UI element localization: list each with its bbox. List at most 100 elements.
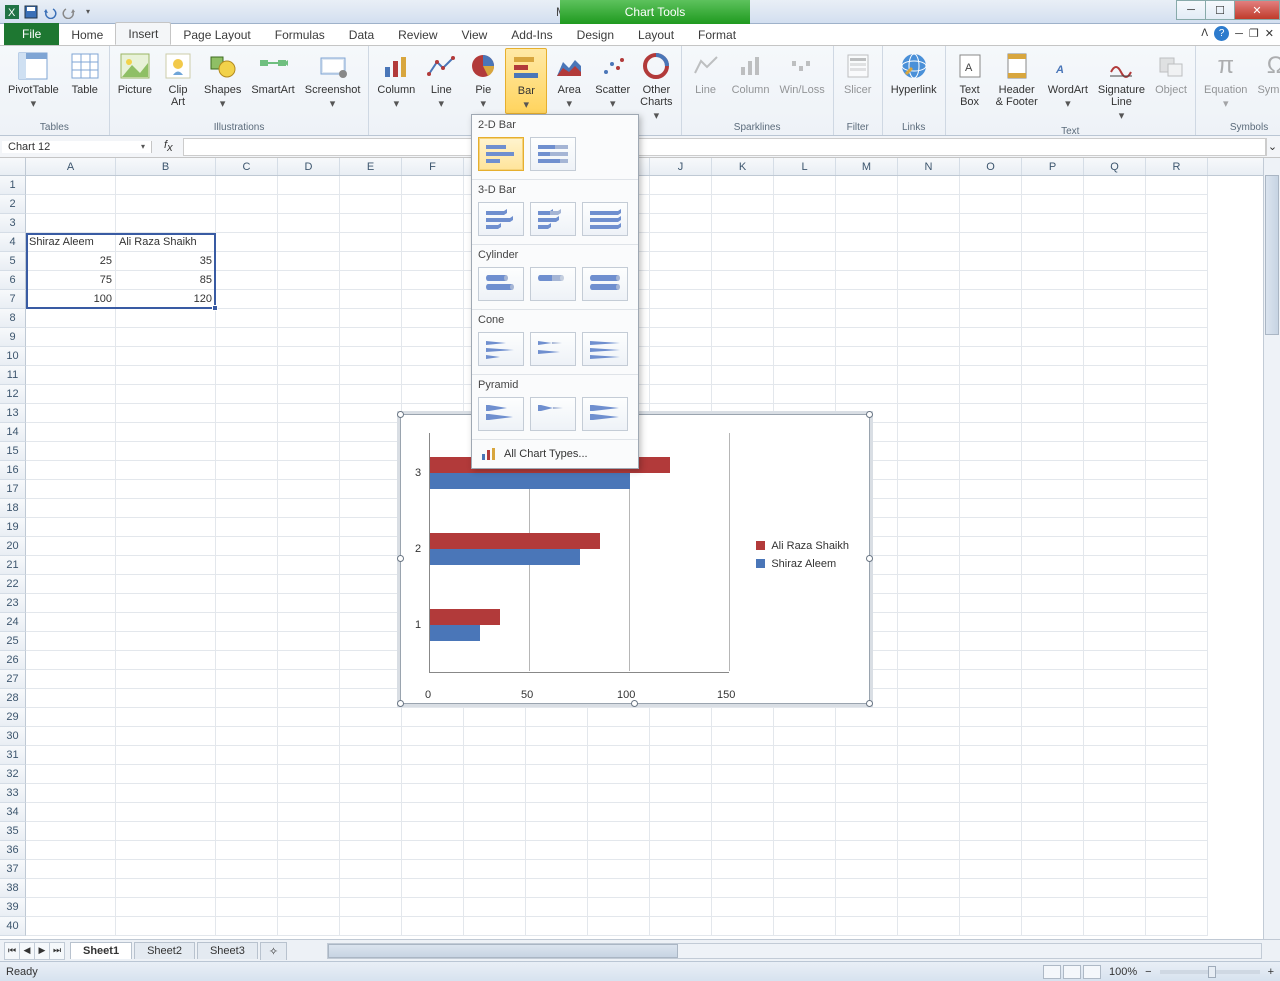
cell[interactable]	[26, 765, 116, 784]
cell[interactable]	[712, 233, 774, 252]
cell[interactable]	[402, 879, 464, 898]
cell[interactable]	[650, 195, 712, 214]
cell[interactable]	[898, 879, 960, 898]
cell[interactable]	[1146, 727, 1208, 746]
row-header[interactable]: 17	[0, 480, 26, 499]
cell[interactable]	[960, 271, 1022, 290]
cell[interactable]	[116, 309, 216, 328]
cell[interactable]	[1022, 347, 1084, 366]
cell[interactable]	[216, 309, 278, 328]
symbol-button[interactable]: ΩSymbol	[1253, 48, 1280, 98]
cell[interactable]	[216, 632, 278, 651]
row-header[interactable]: 21	[0, 556, 26, 575]
cell[interactable]	[340, 613, 402, 632]
cell[interactable]	[402, 765, 464, 784]
cell[interactable]	[216, 670, 278, 689]
cell[interactable]	[712, 803, 774, 822]
row-header[interactable]: 27	[0, 670, 26, 689]
cell[interactable]	[1022, 670, 1084, 689]
cell[interactable]	[650, 233, 712, 252]
cell[interactable]	[960, 860, 1022, 879]
chart-type-3d-clustered-bar[interactable]	[478, 202, 524, 236]
cell[interactable]	[960, 347, 1022, 366]
cell[interactable]	[278, 765, 340, 784]
cell[interactable]	[278, 746, 340, 765]
sheet-nav-next[interactable]: ▶	[34, 942, 50, 960]
cell[interactable]	[216, 765, 278, 784]
cell[interactable]	[712, 784, 774, 803]
cell[interactable]	[278, 841, 340, 860]
row-header[interactable]: 36	[0, 841, 26, 860]
column-header[interactable]: R	[1146, 158, 1208, 175]
cell[interactable]	[116, 765, 216, 784]
cell[interactable]	[836, 309, 898, 328]
cell[interactable]	[340, 499, 402, 518]
cell[interactable]	[1146, 708, 1208, 727]
tab-insert[interactable]: Insert	[115, 22, 171, 45]
cell[interactable]	[116, 841, 216, 860]
cell[interactable]	[26, 689, 116, 708]
column-header[interactable]: L	[774, 158, 836, 175]
cell[interactable]	[402, 309, 464, 328]
cell[interactable]	[26, 195, 116, 214]
cell[interactable]	[340, 290, 402, 309]
cell[interactable]	[278, 404, 340, 423]
cell[interactable]	[650, 822, 712, 841]
row-header[interactable]: 35	[0, 822, 26, 841]
cell[interactable]	[464, 803, 526, 822]
cell[interactable]	[836, 233, 898, 252]
column-header[interactable]: Q	[1084, 158, 1146, 175]
cell[interactable]	[960, 518, 1022, 537]
column-header[interactable]: C	[216, 158, 278, 175]
cell[interactable]	[526, 879, 588, 898]
cell[interactable]	[340, 423, 402, 442]
shapes-button[interactable]: Shapes▾	[200, 48, 245, 112]
cell[interactable]	[340, 556, 402, 575]
cell[interactable]	[960, 537, 1022, 556]
cell[interactable]	[402, 803, 464, 822]
cell[interactable]	[26, 518, 116, 537]
cell[interactable]	[1022, 442, 1084, 461]
cell[interactable]	[1022, 423, 1084, 442]
horizontal-scrollbar[interactable]	[327, 943, 1262, 959]
cell[interactable]	[1084, 556, 1146, 575]
cell[interactable]	[588, 841, 650, 860]
cell[interactable]	[1022, 822, 1084, 841]
row-header[interactable]: 1	[0, 176, 26, 195]
cell[interactable]	[1022, 537, 1084, 556]
pie-chart-button[interactable]: Pie▾	[463, 48, 503, 112]
cell[interactable]	[278, 328, 340, 347]
cell[interactable]	[26, 708, 116, 727]
line-chart-button[interactable]: Line▾	[421, 48, 461, 112]
cell[interactable]	[960, 632, 1022, 651]
tab-design[interactable]: Design	[565, 24, 626, 45]
chart-legend[interactable]: Ali Raza Shaikh Shiraz Aleem	[756, 535, 849, 574]
row-header[interactable]: 4	[0, 233, 26, 252]
cell[interactable]	[278, 879, 340, 898]
cell[interactable]	[898, 252, 960, 271]
cell[interactable]	[1022, 290, 1084, 309]
cell[interactable]	[26, 328, 116, 347]
cell[interactable]	[836, 328, 898, 347]
cell[interactable]	[278, 594, 340, 613]
cell[interactable]	[960, 176, 1022, 195]
cell[interactable]	[1084, 917, 1146, 936]
row-header[interactable]: 32	[0, 765, 26, 784]
bar-series-a[interactable]	[430, 609, 500, 625]
cell[interactable]	[278, 499, 340, 518]
cell[interactable]	[712, 746, 774, 765]
cell[interactable]	[340, 233, 402, 252]
scatter-chart-button[interactable]: Scatter▾	[591, 48, 634, 112]
cell[interactable]	[278, 233, 340, 252]
cell[interactable]	[402, 328, 464, 347]
cell[interactable]	[1146, 385, 1208, 404]
cell[interactable]	[278, 537, 340, 556]
cell[interactable]	[588, 727, 650, 746]
cell[interactable]	[402, 366, 464, 385]
wordart-button[interactable]: AWordArt▾	[1044, 48, 1092, 112]
cell[interactable]	[650, 879, 712, 898]
row-header[interactable]: 2	[0, 195, 26, 214]
cell[interactable]	[774, 898, 836, 917]
cell[interactable]	[1022, 727, 1084, 746]
cell[interactable]	[650, 214, 712, 233]
